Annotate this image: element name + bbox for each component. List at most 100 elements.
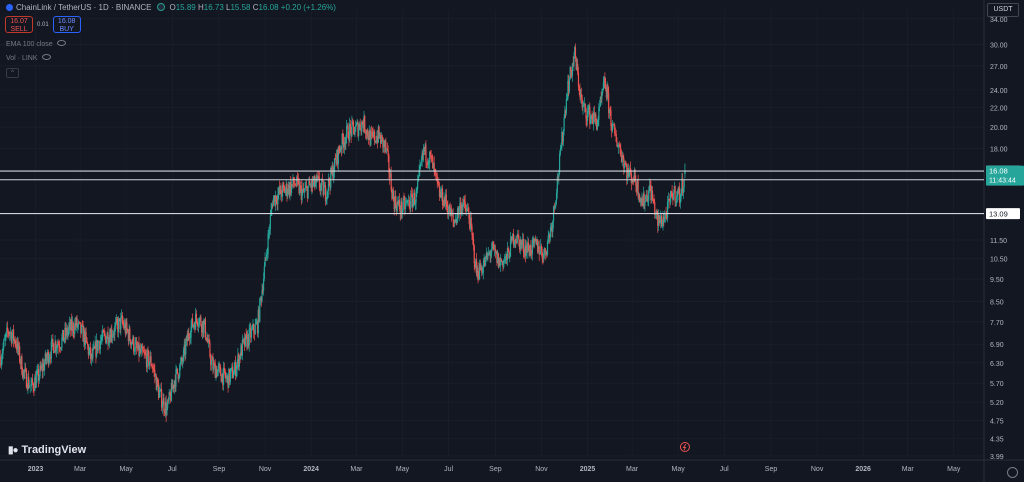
last-price-label: 16.08 [989, 167, 1008, 176]
candle-body [577, 72, 580, 87]
candle-body [518, 235, 520, 240]
trade-panel: 16.07 SELL 0.01 16.08 BUY [5, 16, 81, 33]
candle-body [140, 348, 142, 353]
x-tick-label: 2025 [580, 466, 596, 473]
candle-body [134, 342, 136, 352]
candle-body [385, 141, 387, 149]
candle-body [373, 131, 376, 142]
candle-body [85, 332, 87, 338]
price-chart[interactable]: 34.0030.0027.0024.0022.0020.0018.0015.45… [0, 0, 1024, 482]
y-tick-label: 24.00 [990, 88, 1008, 95]
x-tick-label: Mar [350, 466, 363, 473]
close-value: 16.08 [258, 3, 279, 12]
candle-body [333, 158, 336, 173]
candle-body [684, 171, 686, 175]
candle-body [354, 131, 356, 135]
y-tick-label: 30.00 [990, 42, 1008, 49]
candle-body [644, 201, 646, 207]
y-tick-label: 6.30 [990, 361, 1004, 368]
event-marker-icon [679, 442, 690, 452]
candle-body [425, 144, 427, 162]
candle-body [558, 154, 561, 174]
candle-body [307, 186, 309, 199]
x-tick-label: Jul [168, 466, 177, 473]
candle-body [352, 121, 355, 128]
x-tick-label: Jul [720, 466, 729, 473]
candle-body [97, 342, 99, 351]
candle-body [210, 359, 213, 365]
x-tick-label: Sep [489, 466, 502, 473]
candle-body [654, 202, 656, 215]
open-value: 15.89 [175, 3, 196, 12]
candle-body [105, 338, 108, 344]
low-value: 15.58 [230, 3, 251, 12]
eye-icon[interactable] [56, 40, 66, 46]
indicator-ema[interactable]: EMA 100 close [6, 40, 66, 48]
candle-body [232, 375, 234, 378]
y-tick-label: 4.35 [990, 436, 1004, 443]
y-tick-label: 22.00 [990, 106, 1008, 113]
x-tick-label: Nov [259, 466, 272, 473]
candle-body [565, 98, 567, 113]
y-tick-label: 6.90 [990, 342, 1004, 349]
x-tick-label: Nov [535, 466, 548, 473]
y-tick-label: 34.00 [990, 17, 1008, 24]
candle-body [3, 340, 5, 348]
tradingview-logo-icon: ▮● [8, 444, 19, 456]
x-tick-label: Sep [213, 466, 226, 473]
candle-body [161, 404, 163, 408]
candle-body [117, 319, 120, 333]
candle-body [433, 163, 435, 170]
collapse-indicators-button[interactable]: ^ [6, 68, 19, 78]
candle-body [683, 179, 685, 188]
candle-body [120, 317, 122, 330]
y-tick-label: 5.20 [990, 400, 1004, 407]
candle-body [402, 198, 404, 210]
x-tick-label: Jul [444, 466, 453, 473]
candle-body [269, 215, 271, 230]
y-tick-label: 27.00 [990, 64, 1008, 71]
settings-gear-icon[interactable] [1007, 467, 1018, 478]
x-tick-label: Nov [811, 466, 824, 473]
candle-body [219, 366, 222, 376]
candle-body [263, 266, 265, 279]
horizontal-line-label: 13.09 [989, 210, 1008, 219]
market-status-icon [157, 3, 166, 11]
candle-body [563, 117, 565, 132]
candle-body [452, 214, 454, 220]
x-tick-label: May [947, 466, 961, 473]
change-value: +0.20 (+1.26%) [280, 3, 336, 12]
x-tick-label: 2023 [28, 466, 44, 473]
buy-button[interactable]: 16.08 BUY [52, 16, 81, 33]
candle-body [454, 222, 456, 224]
chainlink-icon [6, 4, 13, 11]
y-tick-label: 18.00 [990, 147, 1008, 154]
candle-body [323, 187, 325, 196]
y-tick-label: 8.50 [990, 300, 1004, 307]
x-tick-label: May [119, 466, 133, 473]
eye-icon[interactable] [41, 54, 51, 60]
candles-group [0, 43, 686, 423]
x-tick-label: Mar [626, 466, 639, 473]
lightning-icon [682, 443, 687, 451]
candle-body [674, 186, 676, 203]
candle-body [381, 135, 383, 138]
brand-watermark: ▮● TradingView [8, 444, 87, 456]
y-tick-label: 10.50 [990, 257, 1008, 264]
y-tick-label: 11.50 [990, 238, 1007, 245]
candle-body [176, 368, 179, 374]
sell-button[interactable]: 16.07 SELL [5, 16, 33, 33]
countdown-label: 11:43:44 [989, 178, 1016, 185]
candle-body [509, 256, 511, 259]
x-tick-label: May [672, 466, 686, 473]
symbol-title[interactable]: ChainLink / TetherUS · 1D · BINANCE [16, 3, 151, 12]
candle-body [359, 123, 361, 130]
x-tick-label: 2024 [303, 466, 319, 473]
candle-body [204, 319, 207, 338]
candle-body [254, 324, 256, 335]
x-tick-label: May [396, 466, 410, 473]
candle-body [473, 245, 475, 264]
currency-selector[interactable]: USDT [987, 3, 1019, 17]
indicator-volume[interactable]: Vol · LINK [6, 54, 51, 62]
candle-body [436, 175, 438, 182]
